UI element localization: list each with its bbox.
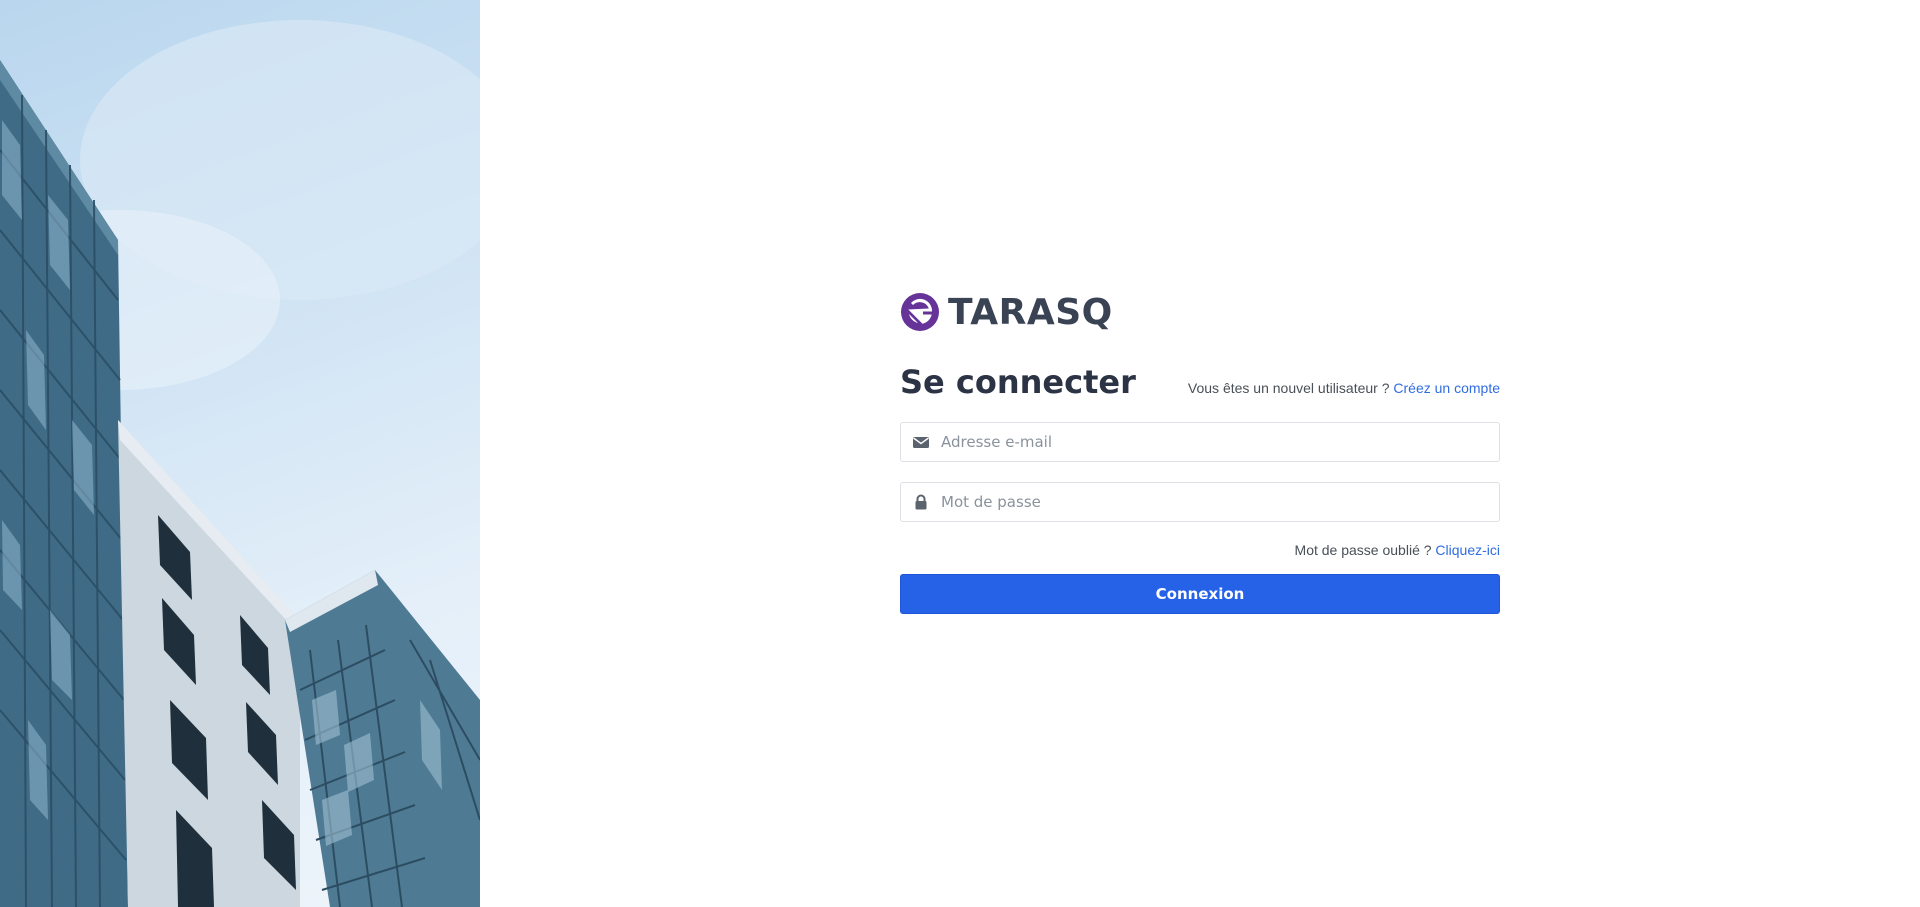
login-panel: TARASQ Se connecter Vous êtes un nouvel … bbox=[900, 290, 1500, 614]
building-photo bbox=[0, 0, 480, 907]
password-input[interactable] bbox=[941, 483, 1489, 521]
signup-text: Vous êtes un nouvel utilisateur ? bbox=[1187, 380, 1390, 396]
page-title: Se connecter bbox=[900, 363, 1136, 401]
forgot-password: Mot de passe oublié ? Cliquez-ici bbox=[900, 540, 1500, 560]
lock-icon bbox=[915, 494, 927, 510]
create-account-link[interactable]: Créez un compte bbox=[1393, 380, 1500, 396]
login-page: TARASQ Se connecter Vous êtes un nouvel … bbox=[0, 0, 1920, 907]
envelope-icon bbox=[913, 437, 929, 448]
gatsby-logo-icon bbox=[901, 293, 939, 331]
password-field[interactable] bbox=[900, 482, 1500, 522]
brand-logo: TARASQ bbox=[900, 290, 1500, 334]
forgot-text: Mot de passe oublié ? bbox=[1294, 542, 1432, 558]
signup-prompt: Vous êtes un nouvel utilisateur ? Créez … bbox=[1188, 378, 1500, 398]
email-input[interactable] bbox=[941, 423, 1489, 461]
brand-name: TARASQ bbox=[948, 291, 1113, 333]
email-field[interactable] bbox=[900, 422, 1500, 462]
forgot-password-link[interactable]: Cliquez-ici bbox=[1435, 542, 1500, 558]
title-row: Se connecter Vous êtes un nouvel utilisa… bbox=[900, 362, 1500, 402]
login-button[interactable]: Connexion bbox=[900, 574, 1500, 614]
